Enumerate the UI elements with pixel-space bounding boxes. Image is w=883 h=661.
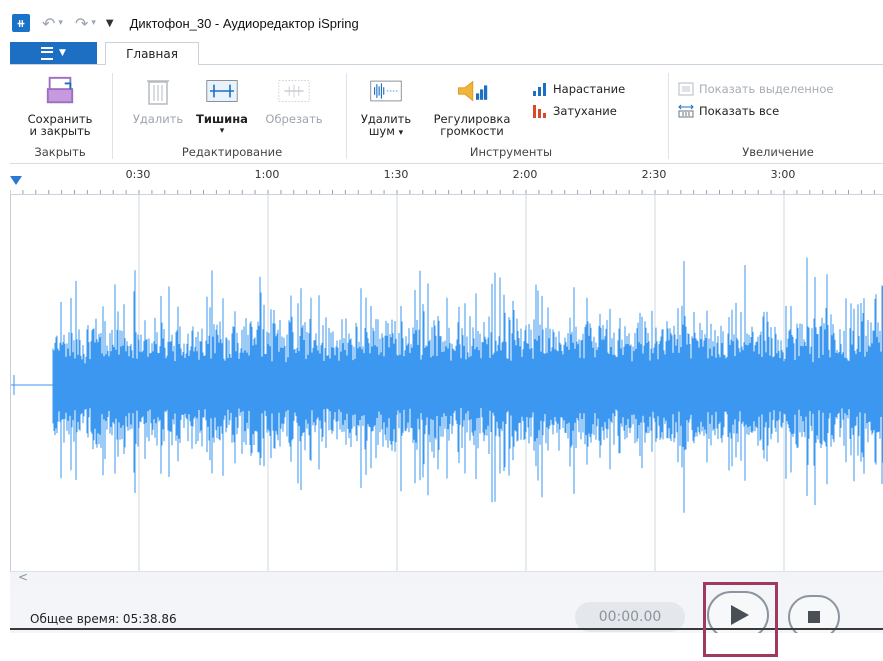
- group-label-tools: Инструменты: [469, 145, 553, 159]
- silence-icon: [206, 75, 238, 107]
- tick-label: 1:00: [254, 168, 280, 181]
- waveform-path: [13, 257, 883, 513]
- tab-home[interactable]: Главная: [105, 42, 199, 66]
- title-bar: ⧺ ↶ ▾ ↷ ▾ ▼ Диктофон_30 - Аудиоредактор …: [10, 8, 883, 38]
- stop-icon: [808, 611, 820, 623]
- fade-in-button[interactable]: Нарастание: [532, 82, 625, 96]
- tick-label: 0:30: [125, 168, 151, 181]
- trim-icon: [278, 75, 310, 107]
- ribbon: Сохранить и закрыть Закрыть Удалить Тиши…: [10, 65, 883, 164]
- show-all-button[interactable]: Показать все: [678, 104, 779, 118]
- trash-icon: [142, 75, 174, 107]
- total-time-label: Общее время: 05:38.86: [30, 612, 177, 626]
- tick-label: 2:30: [641, 168, 667, 181]
- volume-label-2: громкости: [440, 124, 504, 138]
- volume-button[interactable]: Регулировка громкости: [424, 75, 520, 137]
- zoom-all-icon: [678, 104, 694, 118]
- silence-button[interactable]: Тишина ▾: [194, 75, 250, 137]
- tick-label: 1:30: [383, 168, 409, 181]
- fade-out-label: Затухание: [553, 104, 617, 118]
- delete-label: Удалить: [132, 112, 184, 126]
- timeline-ruler[interactable]: 0:30 1:00 1:30 2:00 2:30 3:00: [10, 166, 883, 195]
- fade-in-icon: [533, 83, 546, 96]
- noise-icon: [370, 75, 402, 107]
- volume-icon: [456, 75, 488, 107]
- group-label-edit: Редактирование: [181, 145, 283, 159]
- fade-out-icon: [533, 105, 546, 118]
- undo-icon[interactable]: ↶: [42, 14, 55, 33]
- fade-out-button[interactable]: Затухание: [532, 104, 617, 118]
- waveform: [11, 195, 883, 571]
- undo-dropdown-icon[interactable]: ▾: [58, 18, 63, 28]
- zoom-selection-icon: [678, 82, 694, 96]
- group-separator: [112, 73, 113, 159]
- trim-button[interactable]: Обрезать: [254, 75, 334, 125]
- trim-label: Обрезать: [265, 112, 323, 126]
- show-all-label: Показать все: [699, 104, 780, 118]
- menu-icon: [41, 46, 54, 60]
- group-separator: [346, 73, 347, 159]
- audio-editor-window: ⧺ ↶ ▾ ↷ ▾ ▼ Диктофон_30 - Аудиоредактор …: [10, 8, 883, 633]
- remove-noise-button[interactable]: Удалить шум ▾: [356, 75, 416, 139]
- save-and-close-button[interactable]: Сохранить и закрыть: [18, 75, 102, 137]
- window-title: Диктофон_30 - Аудиоредактор iSpring: [129, 15, 359, 31]
- group-separator: [668, 73, 669, 159]
- group-label-zoom: Увеличение: [742, 145, 814, 159]
- noise-label-2: шум ▾: [368, 124, 404, 138]
- silence-label: Тишина: [196, 112, 248, 126]
- tick-label: 2:00: [512, 168, 538, 181]
- app-logo-icon: ⧺: [12, 14, 30, 32]
- redo-icon[interactable]: ↷: [75, 14, 88, 33]
- scroll-left-icon[interactable]: <: [18, 570, 28, 584]
- waveform-area[interactable]: [10, 195, 883, 571]
- show-selected-label: Показать выделенное: [699, 82, 834, 96]
- delete-button[interactable]: Удалить: [122, 75, 194, 125]
- quick-access-menu-icon[interactable]: ▼: [106, 18, 114, 29]
- save-close-icon: [44, 75, 76, 107]
- group-label-close: Закрыть: [34, 145, 86, 159]
- chevron-down-icon: ▾: [219, 126, 225, 136]
- ribbon-tabs: ▼ Главная: [10, 38, 883, 66]
- fade-in-label: Нарастание: [553, 82, 626, 96]
- file-menu-button[interactable]: ▼: [10, 42, 97, 64]
- save-close-label-2: и закрыть: [29, 124, 91, 138]
- redo-dropdown-icon[interactable]: ▾: [91, 18, 96, 28]
- chevron-down-icon: ▼: [59, 48, 66, 58]
- tick-label: 3:00: [770, 168, 796, 181]
- play-button-highlight: [703, 582, 778, 657]
- show-selected-button[interactable]: Показать выделенное: [678, 82, 833, 96]
